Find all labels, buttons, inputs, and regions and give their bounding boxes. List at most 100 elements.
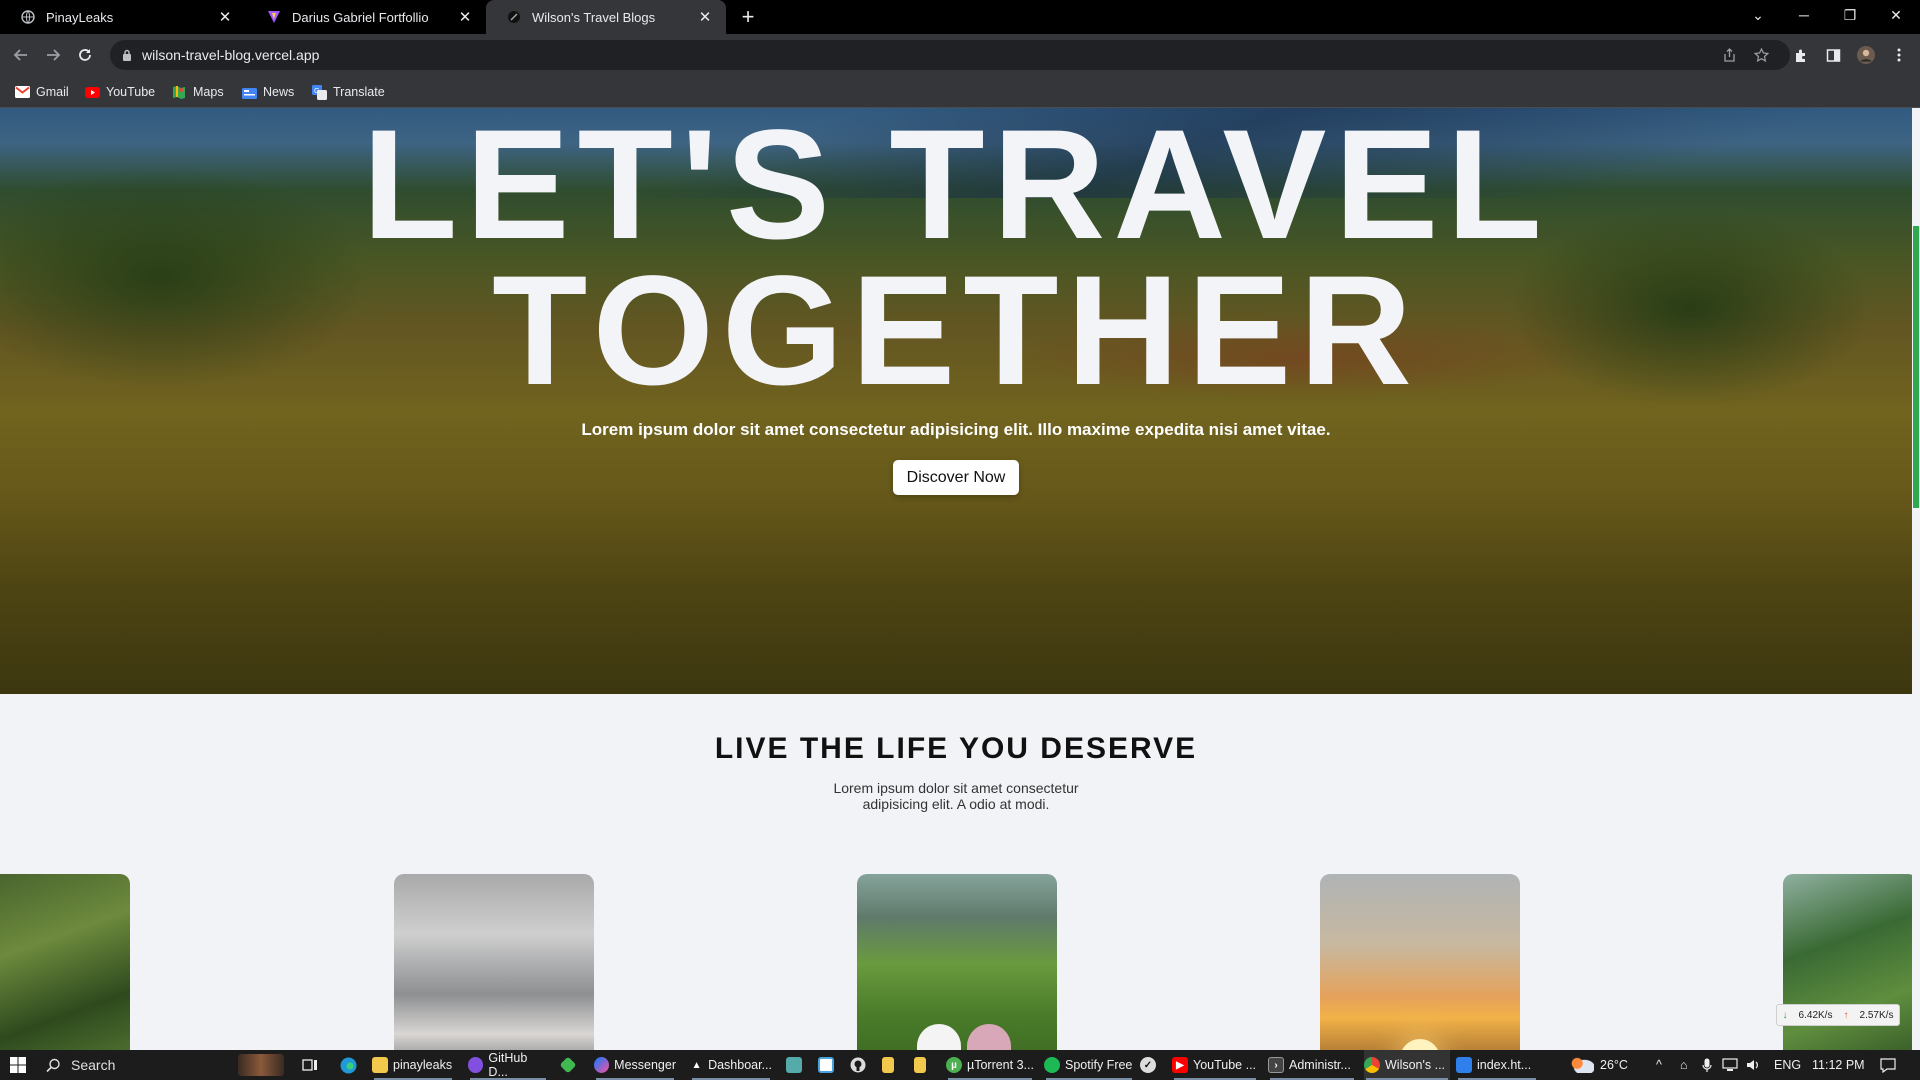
chrome-icon bbox=[1364, 1057, 1380, 1073]
spotify-icon bbox=[1044, 1057, 1060, 1073]
close-tab-icon[interactable]: ✕ bbox=[456, 8, 474, 26]
download-arrow-icon: ↓ bbox=[1782, 1009, 1788, 1021]
taskbar-app-notepad[interactable] bbox=[818, 1050, 839, 1080]
taskbar-app-vscode[interactable]: index.ht... bbox=[1456, 1050, 1538, 1080]
tab-search-icon[interactable]: ⌄ bbox=[1736, 0, 1780, 30]
utorrent-icon: µ bbox=[946, 1057, 962, 1073]
bookmark-label: YouTube bbox=[106, 85, 156, 99]
taskbar-app-git[interactable] bbox=[559, 1050, 579, 1080]
volume-icon[interactable] bbox=[1746, 1050, 1762, 1080]
news-icon bbox=[241, 84, 257, 100]
close-window-icon[interactable]: ✕ bbox=[1874, 0, 1918, 30]
discover-now-button[interactable]: Discover Now bbox=[893, 460, 1019, 495]
taskbar-app-label: Wilson's ... bbox=[1385, 1058, 1446, 1072]
section-description: Lorem ipsum dolor sit amet consectetur a… bbox=[833, 780, 1079, 812]
bookmark-translate[interactable]: G Translate bbox=[311, 83, 385, 101]
weather-cloud-icon bbox=[1570, 1057, 1594, 1073]
bookmark-star-icon[interactable] bbox=[1748, 42, 1774, 68]
language-indicator[interactable]: ENG bbox=[1774, 1050, 1801, 1080]
back-icon[interactable] bbox=[8, 42, 34, 68]
translate-icon: G bbox=[311, 84, 327, 100]
bookmark-label: News bbox=[263, 85, 295, 99]
taskbar-app-generic[interactable] bbox=[786, 1050, 807, 1080]
vercel-icon: ▲ bbox=[691, 1059, 702, 1071]
address-bar[interactable]: wilson-travel-blog.vercel.app bbox=[110, 40, 1790, 70]
forward-icon[interactable] bbox=[40, 42, 66, 68]
tab-pinayleaks[interactable]: PinayLeaks ✕ bbox=[0, 0, 246, 34]
side-panel-icon[interactable] bbox=[1820, 42, 1846, 68]
task-view-icon[interactable] bbox=[302, 1050, 318, 1080]
network-icon[interactable] bbox=[1722, 1050, 1738, 1080]
git-icon bbox=[559, 1056, 577, 1074]
new-tab-button[interactable]: + bbox=[736, 4, 760, 29]
taskbar-app-file-2[interactable] bbox=[914, 1050, 931, 1080]
close-tab-icon[interactable]: ✕ bbox=[696, 8, 714, 26]
taskbar-app-label: GitHub D... bbox=[488, 1051, 528, 1079]
tray-app-icon[interactable]: ⌂ bbox=[1680, 1050, 1688, 1080]
close-tab-icon[interactable]: ✕ bbox=[216, 8, 234, 26]
taskbar-app-generic-2[interactable]: ✓ bbox=[1140, 1050, 1161, 1080]
tab-wilsons-travel-blogs[interactable]: Wilson's Travel Blogs ✕ bbox=[486, 0, 726, 34]
url-text[interactable]: wilson-travel-blog.vercel.app bbox=[142, 47, 319, 63]
taskbar-app-label: pinayleaks bbox=[393, 1058, 453, 1072]
taskbar-app-utorrent[interactable]: µ µTorrent 3... bbox=[946, 1050, 1034, 1080]
taskbar-app-label: Dashboar... bbox=[708, 1058, 772, 1072]
tab-title: Darius Gabriel Fortfollio bbox=[292, 9, 429, 25]
tab-strip: PinayLeaks ✕ Darius Gabriel Fortfollio ✕… bbox=[0, 0, 1920, 34]
gallery-card-4[interactable] bbox=[1320, 874, 1520, 1050]
weather-widget[interactable]: 26°C bbox=[1570, 1050, 1628, 1080]
github-desktop-icon bbox=[468, 1057, 484, 1073]
reload-icon[interactable] bbox=[72, 42, 98, 68]
globe-icon bbox=[20, 9, 36, 25]
bookmark-youtube[interactable]: YouTube bbox=[84, 83, 155, 101]
taskbar-app-github[interactable] bbox=[850, 1050, 866, 1080]
share-icon[interactable] bbox=[1716, 42, 1742, 68]
search-placeholder: Search bbox=[71, 1057, 116, 1073]
taskbar-app-label: µTorrent 3... bbox=[967, 1058, 1034, 1072]
edge-icon[interactable] bbox=[340, 1050, 357, 1080]
gallery-card-2[interactable] bbox=[394, 874, 594, 1050]
profile-avatar[interactable] bbox=[1853, 42, 1879, 68]
taskbar-app-label: index.ht... bbox=[1477, 1058, 1532, 1072]
bookmark-gmail[interactable]: Gmail bbox=[14, 83, 69, 101]
start-button[interactable] bbox=[10, 1050, 26, 1080]
gmail-icon bbox=[14, 84, 30, 100]
section-title: LIVE THE LIFE YOU DESERVE bbox=[714, 732, 1198, 765]
maps-icon bbox=[171, 84, 187, 100]
bookmark-label: Maps bbox=[193, 85, 224, 99]
taskbar-app-file[interactable] bbox=[882, 1050, 899, 1080]
minimize-icon[interactable]: ─ bbox=[1782, 0, 1826, 30]
bookmark-label: Gmail bbox=[36, 85, 69, 99]
bookmark-maps[interactable]: Maps bbox=[171, 83, 224, 101]
vite-icon bbox=[266, 9, 282, 25]
photo-person bbox=[917, 1024, 961, 1050]
tab-title: Wilson's Travel Blogs bbox=[532, 9, 656, 25]
taskbar-app-spotify[interactable]: Spotify Free bbox=[1044, 1050, 1134, 1080]
taskbar-search[interactable]: Search bbox=[38, 1052, 288, 1078]
taskbar-app-chrome[interactable]: Wilson's ... bbox=[1364, 1050, 1450, 1080]
menu-icon[interactable] bbox=[1886, 42, 1912, 68]
taskbar-app-label: YouTube ... bbox=[1193, 1058, 1257, 1072]
taskbar-app-messenger[interactable]: Messenger bbox=[594, 1050, 676, 1080]
gallery-card-1[interactable] bbox=[0, 874, 130, 1050]
taskbar-app-administrator[interactable]: › Administr... bbox=[1268, 1050, 1356, 1080]
bookmark-news[interactable]: News bbox=[241, 83, 294, 101]
gallery-card-3[interactable] bbox=[857, 874, 1057, 1050]
taskbar-app-github-desktop[interactable]: GitHub D... bbox=[468, 1050, 548, 1080]
taskbar-app-youtube[interactable]: ▶ YouTube ... bbox=[1172, 1050, 1258, 1080]
youtube-icon: ▶ bbox=[1172, 1057, 1188, 1073]
scrollbar-thumb[interactable] bbox=[1913, 226, 1919, 508]
lock-icon[interactable] bbox=[122, 49, 132, 61]
tray-overflow-icon[interactable]: ^ bbox=[1656, 1050, 1662, 1080]
search-icon bbox=[46, 1058, 60, 1072]
extensions-icon[interactable] bbox=[1788, 42, 1814, 68]
microphone-icon[interactable] bbox=[1702, 1050, 1712, 1080]
taskbar-app-pinayleaks[interactable]: pinayleaks bbox=[372, 1050, 454, 1080]
notifications-icon[interactable] bbox=[1880, 1050, 1896, 1080]
taskbar-app-dashboard[interactable]: ▲ Dashboar... bbox=[690, 1050, 772, 1080]
clock[interactable]: 11:12 PM bbox=[1812, 1050, 1865, 1080]
taskbar-app-label: Administr... bbox=[1289, 1058, 1351, 1072]
tab-darius-portfolio[interactable]: Darius Gabriel Fortfollio ✕ bbox=[246, 0, 486, 34]
restore-icon[interactable]: ❐ bbox=[1828, 0, 1872, 30]
file-icon bbox=[882, 1057, 894, 1073]
